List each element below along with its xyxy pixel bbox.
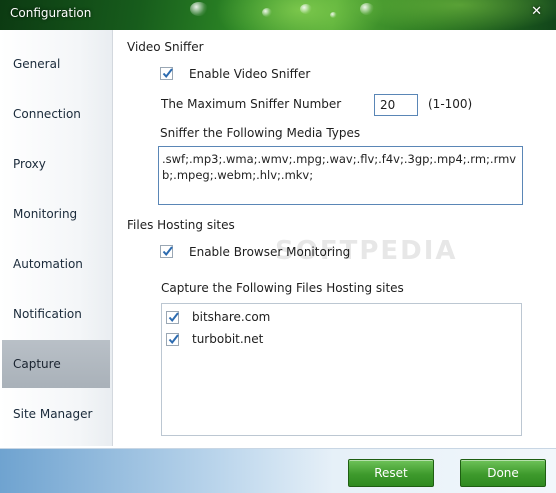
list-item[interactable]: bitshare.com [166, 309, 506, 327]
media-types-label: Sniffer the Following Media Types [160, 126, 361, 140]
title-bar: Configuration ✕ [0, 0, 556, 30]
capture-hosting-sites-label: Capture the Following Files Hosting site… [161, 281, 404, 295]
max-sniffer-number-input[interactable] [374, 94, 418, 116]
hosting-sites-list: bitshare.com turbobit.net [161, 303, 522, 436]
hosting-site-checkbox[interactable] [166, 311, 179, 324]
close-icon[interactable]: ✕ [531, 4, 542, 19]
enable-video-sniffer-label: Enable Video Sniffer [189, 67, 311, 81]
sidebar-item-capture[interactable]: Capture [2, 340, 110, 388]
checkmark-icon [168, 312, 179, 323]
video-sniffer-section-title: Video Sniffer [127, 40, 204, 54]
sidebar-item-label: Automation [13, 257, 83, 271]
enable-video-sniffer-checkbox[interactable] [160, 67, 173, 80]
sidebar-item-label: Site Manager [13, 407, 93, 421]
sidebar-item-label: General [13, 57, 61, 71]
max-sniffer-number-label: The Maximum Sniffer Number [161, 97, 342, 111]
window-title: Configuration [10, 6, 92, 20]
water-drop-decoration [190, 2, 208, 16]
water-drop-decoration [360, 3, 374, 15]
sidebar-item-label: Notification [13, 307, 82, 321]
sidebar-item-site-manager[interactable]: Site Manager [2, 390, 110, 438]
sidebar-item-monitoring[interactable]: Monitoring [2, 190, 110, 238]
bottom-bar: Reset Done [0, 448, 556, 493]
water-drop-decoration [330, 12, 337, 18]
done-button[interactable]: Done [460, 459, 546, 487]
sidebar-item-notification[interactable]: Notification [2, 290, 110, 338]
enable-browser-monitoring-label: Enable Browser Monitoring [189, 245, 351, 259]
sidebar-item-label: Capture [13, 357, 61, 371]
sidebar-item-proxy[interactable]: Proxy [2, 140, 110, 188]
sidebar-item-automation[interactable]: Automation [2, 240, 110, 288]
enable-browser-monitoring-checkbox[interactable] [160, 245, 173, 258]
list-item[interactable]: turbobit.net [166, 331, 506, 349]
sidebar-item-label: Proxy [13, 157, 46, 171]
checkmark-icon [168, 334, 179, 345]
checkmark-icon [162, 68, 173, 79]
sidebar-item-connection[interactable]: Connection [2, 90, 110, 138]
hosting-site-checkbox[interactable] [166, 333, 179, 346]
files-hosting-section-title: Files Hosting sites [127, 218, 235, 232]
hosting-site-label: bitshare.com [192, 310, 271, 324]
hosting-site-label: turbobit.net [192, 332, 264, 346]
sidebar-item-general[interactable]: General [2, 40, 110, 88]
reset-button[interactable]: Reset [348, 459, 434, 487]
sidebar: General Connection Proxy Monitoring Auto… [0, 30, 113, 446]
checkmark-icon [162, 246, 173, 257]
max-sniffer-range-hint: (1-100) [428, 97, 473, 111]
water-drop-decoration [300, 4, 312, 14]
water-drop-decoration [262, 8, 272, 17]
sidebar-item-label: Monitoring [13, 207, 78, 221]
media-types-textarea[interactable]: .swf;.mp3;.wma;.wmv;.mpg;.wav;.flv;.f4v;… [158, 146, 523, 205]
sidebar-item-label: Connection [13, 107, 81, 121]
